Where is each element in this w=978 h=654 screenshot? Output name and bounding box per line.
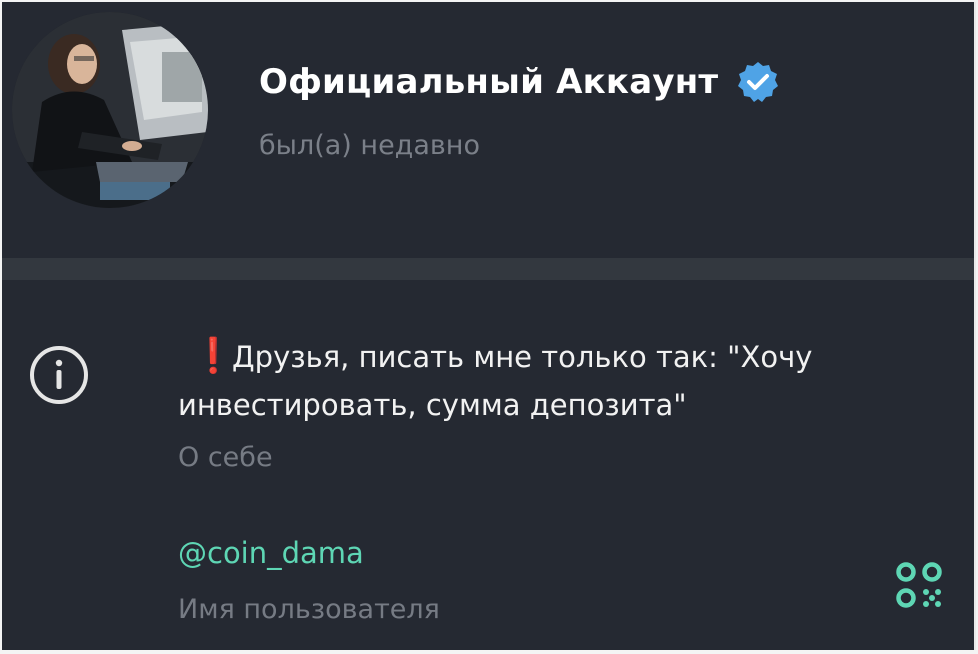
profile-panel: Официальный Аккаунт был(а) недавно ❗Друз… [2, 2, 976, 650]
bio-text: ❗Друзья, писать мне только так: "Хочу ин… [178, 332, 918, 429]
bio-content: Друзья, писать мне только так: "Хочу инв… [178, 340, 813, 422]
avatar[interactable] [12, 12, 208, 208]
last-seen-status: был(а) недавно [259, 130, 480, 161]
qr-code-icon[interactable] [894, 560, 944, 610]
section-divider [2, 258, 974, 280]
profile-header: Официальный Аккаунт был(а) недавно [2, 2, 974, 257]
info-icon [30, 346, 88, 404]
exclamation-emoji: ❗ [192, 336, 235, 376]
profile-name: Официальный Аккаунт [259, 62, 719, 102]
avatar-photo [12, 12, 208, 208]
username-label: Имя пользователя [178, 594, 440, 625]
bio-label: О себе [178, 442, 273, 473]
verified-badge-icon [738, 62, 779, 102]
profile-name-row: Официальный Аккаунт [259, 58, 780, 106]
username-link[interactable]: @coin_dama [178, 536, 364, 570]
